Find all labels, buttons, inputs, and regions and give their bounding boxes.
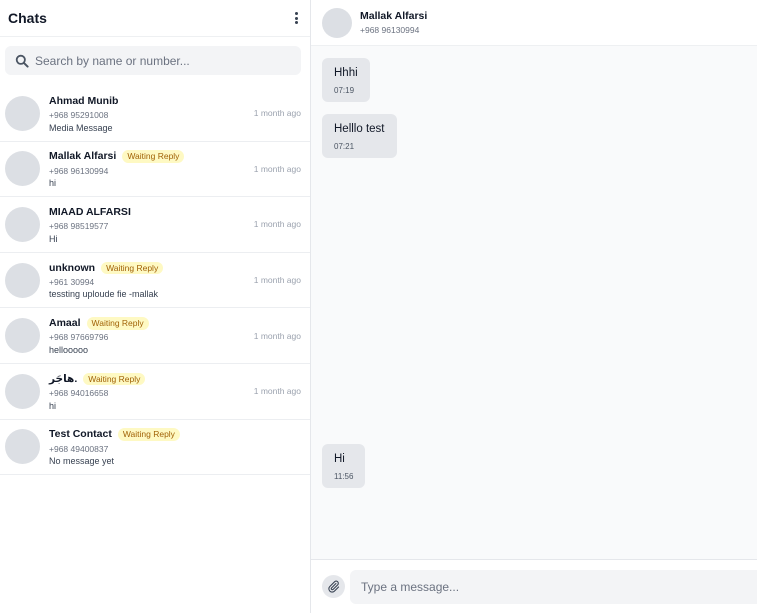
avatar — [5, 151, 40, 187]
chat-time: 1 month ago — [253, 163, 301, 174]
paperclip-icon[interactable] — [322, 575, 345, 598]
chat-name: unknown — [49, 261, 96, 274]
chat-summary: Test Contact Waiting Reply +968 49400837… — [49, 428, 301, 467]
message-bubble: Hi 11:56 — [322, 444, 366, 488]
avatar — [5, 262, 40, 298]
conversation-panel: Mallak Alfarsi +968 96130994 Hhhi 07:19 … — [311, 0, 757, 613]
chat-time: 1 month ago — [253, 275, 301, 286]
message-time: 07:21 — [334, 142, 355, 151]
chat-time: 1 month ago — [253, 386, 301, 397]
sidebar-title: Chats — [8, 10, 47, 26]
chat-name: Amaal — [49, 317, 81, 330]
message-bubble: Helllo test 07:21 — [322, 114, 397, 158]
status-badge: Waiting Reply — [101, 261, 164, 275]
chat-list-item[interactable]: MIAAD ALFARSI +968 98519577 Hi 1 month a… — [0, 197, 310, 253]
avatar — [5, 95, 40, 131]
message-input[interactable] — [350, 569, 757, 604]
chat-last-message: hi — [49, 401, 57, 411]
chat-list-item[interactable]: Ahmad Munib +968 95291008 Media Message … — [0, 86, 310, 142]
chat-list-item[interactable]: Mallak Alfarsi Waiting Reply +968 961309… — [0, 142, 310, 198]
sidebar-header: Chats — [0, 0, 310, 37]
chat-time: 1 month ago — [253, 219, 301, 230]
chat-name: Mallak Alfarsi — [49, 150, 117, 163]
chat-list-item[interactable]: Test Contact Waiting Reply +968 49400837… — [0, 420, 310, 476]
avatar — [5, 318, 40, 354]
chat-list: Ahmad Munib +968 95291008 Media Message … — [0, 86, 310, 476]
chat-app: Chats Ahmad Munib +968 95291008 Media Me… — [0, 0, 757, 613]
chat-last-message: Hi — [49, 234, 58, 244]
chat-list-item[interactable]: unknown Waiting Reply +961 30994 tesstin… — [0, 253, 310, 309]
chat-last-message: tessting uploude fie -mallak — [49, 290, 159, 300]
chat-last-message: hi — [49, 179, 57, 189]
avatar — [5, 429, 40, 465]
chat-name: MIAAD ALFARSI — [49, 205, 131, 218]
status-badge: Waiting Reply — [122, 150, 185, 163]
message-composer — [311, 559, 757, 613]
contact-name: Mallak Alfarsi — [360, 10, 428, 22]
chat-name: Ahmad Munib — [49, 94, 119, 107]
contact-phone: +968 96130994 — [360, 25, 420, 35]
message-text: Hi — [334, 453, 345, 465]
message-time: 07:19 — [334, 86, 355, 95]
chat-name: Test Contact — [49, 428, 112, 441]
message-text: Hhhi — [334, 67, 358, 79]
chat-last-message: Media Message — [49, 123, 113, 133]
avatar — [322, 7, 352, 38]
chat-list-item[interactable]: هاجَر. Waiting Reply +968 94016658 hi 1 … — [0, 364, 310, 420]
avatar — [5, 206, 40, 242]
chat-list-item[interactable]: Amaal Waiting Reply +968 97669796 helloo… — [0, 308, 310, 364]
message-text: Helllo test — [334, 123, 385, 135]
avatar — [5, 373, 40, 409]
chat-name: هاجَر. — [49, 372, 78, 385]
message-time: 11:56 — [334, 472, 354, 481]
message-bubble: Hhhi 07:19 — [322, 58, 370, 102]
status-badge: Waiting Reply — [83, 372, 146, 386]
message-area: Hhhi 07:19 Helllo test 07:21 Hi 11:56 — [311, 46, 757, 558]
status-badge: Waiting Reply — [86, 317, 149, 330]
search-box — [5, 46, 301, 75]
chats-sidebar: Chats Ahmad Munib +968 95291008 Media Me… — [0, 0, 311, 613]
chat-phone: +968 49400837 — [49, 443, 109, 454]
search-icon — [15, 54, 29, 68]
vertical-dots-icon[interactable] — [290, 11, 302, 25]
chat-last-message: hellooooo — [49, 345, 89, 355]
chat-last-message: No message yet — [49, 457, 115, 467]
chat-time: 1 month ago — [253, 108, 301, 119]
conversation-header: Mallak Alfarsi +968 96130994 — [311, 0, 757, 46]
status-badge: Waiting Reply — [117, 428, 180, 441]
chat-time: 1 month ago — [253, 330, 301, 341]
search-input[interactable] — [35, 46, 301, 75]
